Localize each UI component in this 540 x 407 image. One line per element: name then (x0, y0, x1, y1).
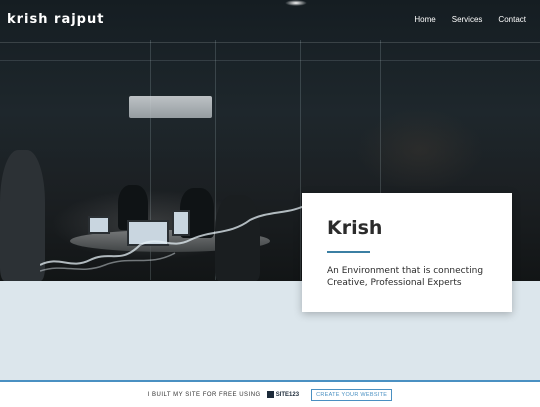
nav-item-contact[interactable]: Contact (498, 15, 526, 24)
ceiling-line (0, 60, 540, 61)
hero-card: Krish An Environment that is connecting … (302, 193, 512, 312)
site123-logo-icon (266, 391, 274, 398)
create-website-button[interactable]: CREATE YOUR WEBSITE (311, 388, 393, 401)
site123-logo-text: SITE123 (275, 391, 300, 398)
promo-text: I BUILT MY SITE FOR FREE USING (147, 391, 261, 398)
site-logo[interactable]: krish rajput (7, 12, 104, 27)
promo-footer-banner: I BUILT MY SITE FOR FREE USING SITE123 C… (0, 380, 540, 407)
hero-title: Krish (327, 217, 383, 239)
person-silhouette (0, 150, 45, 281)
air-conditioner (129, 96, 212, 118)
nav-menu: Home Services Contact (414, 15, 526, 24)
site123-logo[interactable]: SITE123 (266, 391, 300, 398)
decorative-wave (40, 202, 310, 272)
nav-item-services[interactable]: Services (452, 15, 483, 24)
hero-subtitle: An Environment that is connecting Creati… (327, 266, 484, 288)
top-navigation: krish rajput Home Services Contact (0, 0, 540, 43)
nav-item-home[interactable]: Home (414, 15, 435, 24)
title-underline (327, 251, 370, 253)
